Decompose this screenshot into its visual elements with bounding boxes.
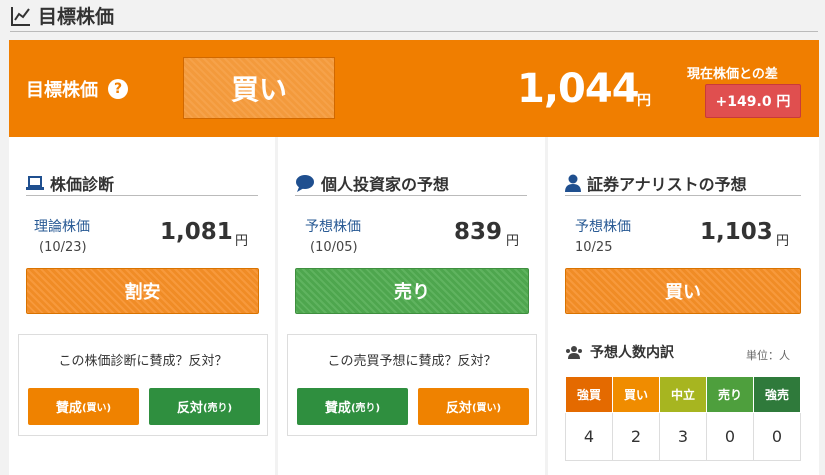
theory-price-date: (10/23) xyxy=(39,240,87,255)
speech-bubble-icon xyxy=(296,174,314,192)
count-strong-sell: 0 xyxy=(753,412,801,461)
col-neutral: 中立 xyxy=(659,376,707,413)
analyst-forecast-title: 証券アナリストの予想 xyxy=(565,170,801,196)
col-strong-sell: 強売 xyxy=(753,376,801,413)
individual-price-label: 予想株価 xyxy=(305,219,361,235)
stock-diagnosis-title: 株価診断 xyxy=(26,170,258,196)
stock-diagnosis-panel: 株価診断 理論株価 (10/23) 1,081 円 割安 この株価診断に賛成？反… xyxy=(9,137,275,475)
col-sell: 売り xyxy=(706,376,754,413)
count-sell: 0 xyxy=(706,412,754,461)
breakdown-header-row: 強買 買い 中立 売り 強売 xyxy=(565,376,801,413)
price-diff-label: 現在株価との差 xyxy=(687,67,778,82)
col-strong-buy: 強買 xyxy=(565,376,613,413)
diagnosis-disagree-button[interactable]: 反対 (売り) xyxy=(149,388,260,425)
diagnosis-judgement-badge: 割安 xyxy=(26,268,259,314)
breakdown-title: 予想人数内訳 xyxy=(565,342,674,362)
target-price-value: 1,044 xyxy=(517,66,640,112)
line-chart-icon xyxy=(11,6,30,26)
analyst-forecast-panel: 証券アナリストの予想 予想株価 10/25 1,103 円 買い 予想人数内訳 … xyxy=(548,137,819,475)
analyst-price-value: 1,103 xyxy=(700,219,773,245)
individual-forecast-title: 個人投資家の予想 xyxy=(295,170,527,196)
target-price-unit: 円 xyxy=(637,93,651,109)
individual-price-value: 839 xyxy=(454,219,503,245)
page-title: 目標株価 xyxy=(38,6,115,28)
individual-price-date: (10/05) xyxy=(310,240,358,255)
count-strong-buy: 4 xyxy=(565,412,613,461)
analyst-price-unit: 円 xyxy=(776,234,790,249)
col-buy: 買い xyxy=(612,376,660,413)
individual-forecast-panel: 個人投資家の予想 予想株価 (10/05) 839 円 売り この売買予想に賛成… xyxy=(278,137,545,475)
theory-price-unit: 円 xyxy=(235,234,249,249)
price-diff-badge: +149.0 円 xyxy=(705,84,801,118)
group-icon xyxy=(566,346,582,359)
analyst-judgement-badge: 買い xyxy=(565,268,801,314)
diagnosis-vote-question: この株価診断に賛成？反対？ xyxy=(58,354,228,369)
diagnosis-vote-box: この株価診断に賛成？反対？ 賛成 (買い) 反対 (売り) xyxy=(18,334,268,436)
help-icon[interactable]: ? xyxy=(108,79,128,99)
individual-vote-question: この売買予想に賛成？反対？ xyxy=(327,354,497,369)
individual-agree-button[interactable]: 賛成 (売り) xyxy=(297,388,408,425)
individual-vote-box: この売買予想に賛成？反対？ 賛成 (売り) 反対 (買い) xyxy=(287,334,537,436)
theory-price-value: 1,081 xyxy=(160,219,233,245)
count-neutral: 3 xyxy=(659,412,707,461)
individual-judgement-badge: 売り xyxy=(295,268,529,314)
count-buy: 2 xyxy=(612,412,660,461)
target-price-label: 目標株価 ? xyxy=(26,76,128,102)
analyst-price-date: 10/25 xyxy=(575,240,613,255)
breakdown-unit: 単位：人 xyxy=(746,349,790,362)
individual-price-unit: 円 xyxy=(506,234,520,249)
target-price-banner: 目標株価 ? 買い 1,044 円 現在株価との差 +149.0 円 xyxy=(9,40,819,137)
diagnosis-agree-button[interactable]: 賛成 (買い) xyxy=(28,388,139,425)
theory-price-label: 理論株価 xyxy=(34,219,90,235)
breakdown-count-row: 4 2 3 0 0 xyxy=(565,412,801,461)
page-header: 目標株価 xyxy=(10,0,818,32)
overall-judgement-badge: 買い xyxy=(183,57,335,119)
analyst-price-label: 予想株価 xyxy=(575,219,631,235)
breakdown-table: 強買 買い 中立 売り 強売 4 2 3 0 0 xyxy=(565,376,801,461)
person-icon xyxy=(565,174,581,192)
individual-disagree-button[interactable]: 反対 (買い) xyxy=(418,388,529,425)
laptop-icon xyxy=(26,175,44,190)
